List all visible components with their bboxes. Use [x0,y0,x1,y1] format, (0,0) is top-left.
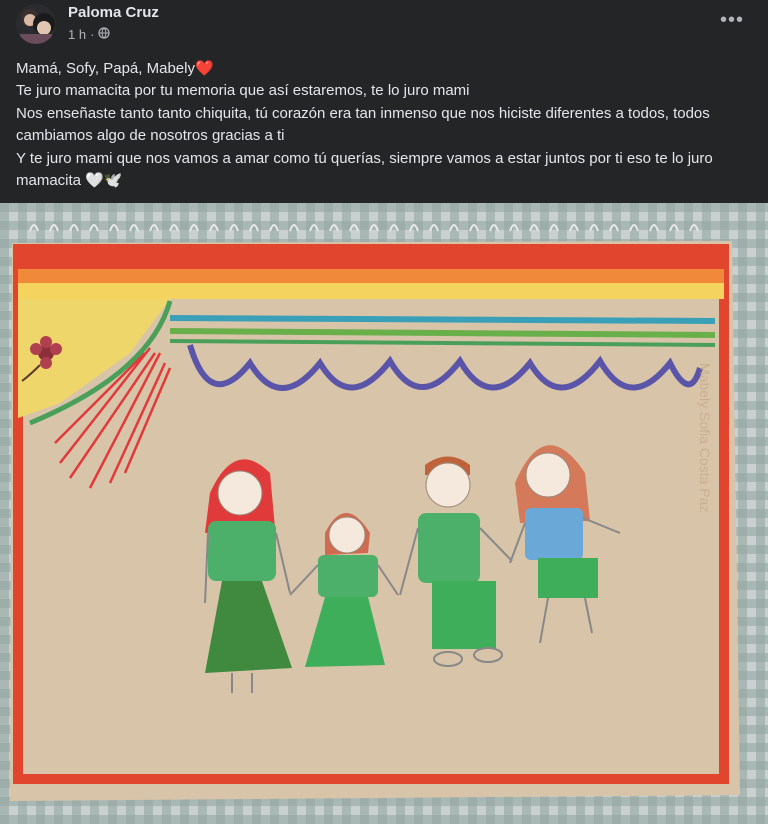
post-time[interactable]: 1 h [68,27,86,42]
post-text-line: Mamá, Sofy, Papá, Mabely❤️ [16,60,214,77]
avatar[interactable] [16,4,56,44]
post-meta: 1 h · [68,27,111,42]
post-text-line: Te juro mamacita por tu memoria que así … [16,82,470,100]
more-options-button[interactable]: ••• [716,6,748,34]
post-text: Mamá, Sofy, Papá, Mabely❤️ Te juro mamac… [16,58,752,192]
meta-separator: · [90,27,95,42]
svg-text:Mabely Sofia Costa Paz: Mabely Sofia Costa Paz [697,363,713,512]
post-photo[interactable]: Mabely Sofia Costa Paz [0,203,768,824]
post-header: Paloma Cruz 1 h · ••• [0,0,768,52]
post-text-line: Y te juro mami que nos vamos a amar como… [16,149,713,190]
drawing-image: Mabely Sofia Costa Paz [0,203,768,824]
globe-icon[interactable] [98,27,111,42]
author-name[interactable]: Paloma Cruz [68,4,159,21]
post-text-line: Nos enseñaste tanto tanto chiquita, tú c… [16,104,710,145]
